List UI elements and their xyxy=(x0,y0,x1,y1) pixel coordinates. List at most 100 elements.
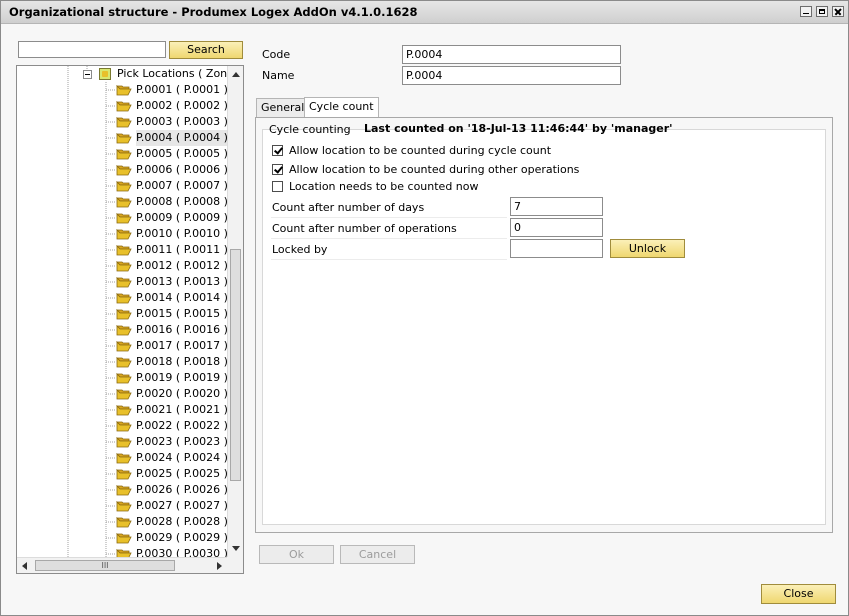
main-window: Organizational structure - Produmex Loge… xyxy=(0,0,849,616)
tree-item-label: P.0029 ( P.0029 ) xyxy=(136,531,228,544)
folder-icon xyxy=(116,389,132,400)
folder-icon xyxy=(116,245,132,256)
last-counted-status: Last counted on '18-Jul-13 11:46:44' by … xyxy=(364,122,673,135)
scroll-left-arrow-icon[interactable] xyxy=(22,562,27,570)
code-label: Code xyxy=(262,48,291,61)
title-bar[interactable]: Organizational structure - Produmex Loge… xyxy=(1,1,848,24)
cancel-button[interactable]: Cancel xyxy=(340,545,415,564)
folder-icon xyxy=(116,117,132,128)
tree-item-label: P.0026 ( P.0026 ) xyxy=(136,483,228,496)
days-label: Count after number of days xyxy=(272,201,425,214)
tree-item-label: P.0018 ( P.0018 ) xyxy=(136,355,228,368)
search-input[interactable] xyxy=(18,41,166,58)
tree-item-label: P.0009 ( P.0009 ) xyxy=(136,211,228,224)
tree-item-label: P.0025 ( P.0025 ) xyxy=(136,467,228,480)
tree-item-label: P.0005 ( P.0005 ) xyxy=(136,147,228,160)
tree-item-label: P.0004 ( P.0004 ) xyxy=(136,130,228,146)
tree-item-label: P.0008 ( P.0008 ) xyxy=(136,195,228,208)
scroll-down-arrow-icon[interactable] xyxy=(232,546,240,551)
folder-icon xyxy=(116,357,132,368)
count-operations-field[interactable] xyxy=(510,218,603,237)
tree-horizontal-scrollbar[interactable]: III xyxy=(17,557,243,573)
locked-by-field[interactable] xyxy=(510,239,603,258)
allow-other-operations-checkbox[interactable] xyxy=(272,164,283,175)
folder-icon xyxy=(116,501,132,512)
folder-icon xyxy=(116,373,132,384)
allow-cycle-count-label: Allow location to be counted during cycl… xyxy=(289,144,552,157)
minimize-button[interactable] xyxy=(800,6,812,17)
tree-item-label: P.0001 ( P.0001 ) xyxy=(136,83,228,96)
folder-icon xyxy=(116,533,132,544)
count-now-checkbox[interactable] xyxy=(272,181,283,192)
scroll-corner xyxy=(227,557,243,573)
count-now-label: Location needs to be counted now xyxy=(289,180,479,193)
tree-item-label: P.0006 ( P.0006 ) xyxy=(136,163,228,176)
tree-item-label: P.0003 ( P.0003 ) xyxy=(136,115,228,128)
search-button[interactable]: Search xyxy=(169,41,243,59)
scroll-right-arrow-icon[interactable] xyxy=(217,562,222,570)
row-divider xyxy=(271,259,507,260)
folder-icon xyxy=(116,101,132,112)
unlock-button[interactable]: Unlock xyxy=(610,239,685,258)
tree-item-label: P.0020 ( P.0020 ) xyxy=(136,387,228,400)
tree-item-label: P.0011 ( P.0011 ) xyxy=(136,243,228,256)
folder-icon xyxy=(116,165,132,176)
ok-button[interactable]: Ok xyxy=(259,545,334,564)
close-window-button[interactable] xyxy=(832,6,844,17)
folder-icon xyxy=(116,485,132,496)
folder-icon xyxy=(116,341,132,352)
tree-item-label: P.0022 ( P.0022 ) xyxy=(136,419,228,432)
tree-item-label: P.0015 ( P.0015 ) xyxy=(136,307,228,320)
tree-item-label: P.0028 ( P.0028 ) xyxy=(136,515,228,528)
maximize-button[interactable] xyxy=(816,6,828,17)
folder-icon xyxy=(116,405,132,416)
tree-item-label: P.0012 ( P.0012 ) xyxy=(136,259,228,272)
name-label: Name xyxy=(262,69,295,82)
folder-icon xyxy=(116,453,132,464)
location-tree[interactable]: Pick Locations ( ZoneF P.0001 ( P.0001 )… xyxy=(16,65,244,574)
folder-icon xyxy=(116,229,132,240)
scroll-up-arrow-icon[interactable] xyxy=(232,72,240,77)
tree-item-label: P.0027 ( P.0027 ) xyxy=(136,499,228,512)
window-title: Organizational structure - Produmex Loge… xyxy=(9,5,418,19)
close-button[interactable]: Close xyxy=(761,584,836,604)
allow-other-operations-label: Allow location to be counted during othe… xyxy=(289,163,580,176)
tree-vertical-scrollbar[interactable] xyxy=(227,66,243,557)
tree-item-label: P.0007 ( P.0007 ) xyxy=(136,179,228,192)
folder-icon xyxy=(116,181,132,192)
tree-item-label: P.0019 ( P.0019 ) xyxy=(136,371,228,384)
tree-item-label: P.0021 ( P.0021 ) xyxy=(136,403,228,416)
folder-icon xyxy=(116,277,132,288)
tree-item-label: P.0002 ( P.0002 ) xyxy=(136,99,228,112)
tree-item-label: P.0017 ( P.0017 ) xyxy=(136,339,228,352)
tab-cycle-count[interactable]: Cycle count xyxy=(304,97,379,117)
count-days-field[interactable] xyxy=(510,197,603,216)
code-field[interactable] xyxy=(402,45,621,64)
locked-by-label: Locked by xyxy=(272,243,328,256)
row-divider xyxy=(271,238,507,239)
folder-icon xyxy=(116,325,132,336)
folder-icon xyxy=(116,517,132,528)
tab-general[interactable]: General xyxy=(256,98,310,117)
name-field[interactable] xyxy=(402,66,621,85)
cycle-counting-caption: Cycle counting xyxy=(269,123,351,136)
tree-parent-label: Pick Locations ( ZoneF xyxy=(117,67,241,80)
tree-item-label: P.0016 ( P.0016 ) xyxy=(136,323,228,336)
folder-icon xyxy=(116,133,132,144)
folder-icon xyxy=(116,421,132,432)
horizontal-scroll-thumb[interactable]: III xyxy=(35,560,175,571)
folder-icon xyxy=(116,469,132,480)
zone-icon xyxy=(99,68,111,80)
row-divider xyxy=(271,217,507,218)
tree-item-label: P.0014 ( P.0014 ) xyxy=(136,291,228,304)
folder-icon xyxy=(116,261,132,272)
tree-item-label: P.0013 ( P.0013 ) xyxy=(136,275,228,288)
vertical-scroll-thumb[interactable] xyxy=(230,249,241,481)
allow-cycle-count-checkbox[interactable] xyxy=(272,145,283,156)
tree-item-label: P.0010 ( P.0010 ) xyxy=(136,227,228,240)
folder-icon xyxy=(116,213,132,224)
folder-icon xyxy=(116,85,132,96)
folder-icon xyxy=(116,437,132,448)
tree-collapse-toggle[interactable] xyxy=(83,70,92,79)
folder-icon xyxy=(116,149,132,160)
